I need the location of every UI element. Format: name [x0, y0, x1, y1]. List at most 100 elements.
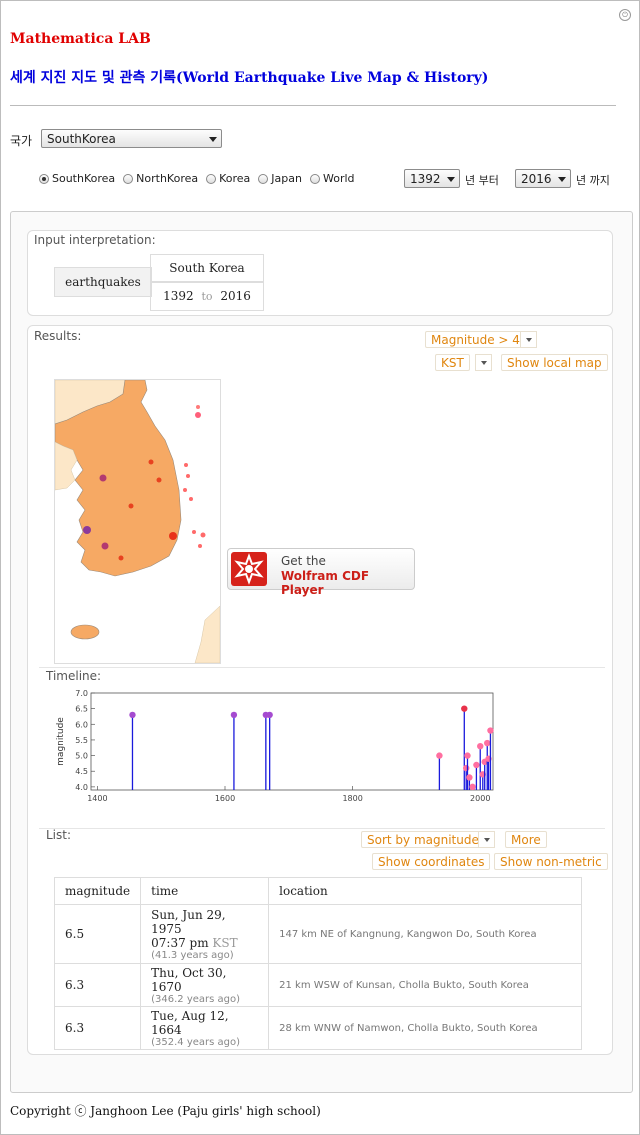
show-non-metric-button[interactable]: Show non-metric [494, 853, 608, 870]
data-point [484, 739, 491, 747]
location-cell: 28 km WNW of Namwon, Cholla Bukto, South… [268, 1006, 583, 1050]
data-point [436, 752, 443, 759]
timeline-divider [39, 667, 605, 668]
year-from-label: 년 부터 [465, 174, 499, 187]
x-tick-label: 2000 [470, 794, 490, 803]
radio-button-icon[interactable] [206, 173, 217, 184]
country-select[interactable]: SouthKorea [41, 129, 222, 148]
y-tick-label: 6.5 [75, 705, 88, 714]
data-point [466, 774, 473, 781]
results-label: Results: [34, 329, 82, 343]
year-from-value: 1392 [410, 172, 441, 186]
year-from-select[interactable]: 1392 [404, 169, 460, 188]
country-select-value: SouthKorea [47, 132, 116, 146]
timezone-text: KST [212, 935, 238, 950]
location-cell: 21 km WSW of Kunsan, Cholla Bukto, South… [268, 963, 583, 1007]
magnitude-filter-button[interactable]: Magnitude > 4 [425, 331, 526, 348]
sort-by-magnitude-button[interactable]: Sort by magnitude [361, 831, 485, 848]
list-divider [39, 828, 605, 829]
radio-button-icon[interactable] [39, 173, 49, 184]
query-cell: earthquakes [54, 267, 152, 297]
radio-southkorea[interactable]: SouthKorea [39, 172, 115, 185]
power-icon[interactable]: ⏻ [619, 9, 631, 21]
input-interpretation-label: Input interpretation: [34, 233, 156, 247]
show-local-map-button[interactable]: Show local map [501, 354, 608, 371]
radio-button-icon[interactable] [258, 173, 269, 184]
x-tick-label: 1600 [215, 794, 235, 803]
clock-text: 07:37 pm [151, 935, 209, 950]
time-cell: Tue, Aug 12, 1664 (352.4 years ago) [140, 1006, 270, 1050]
cdf-get-text: Get the [281, 554, 326, 568]
chevron-down-icon [447, 177, 455, 182]
show-coordinates-button[interactable]: Show coordinates [372, 853, 491, 870]
timezone-button[interactable]: KST [435, 354, 470, 371]
radio-korea[interactable]: Korea [206, 172, 250, 185]
more-button[interactable]: More [505, 831, 547, 848]
column-header-magnitude: magnitude [53, 877, 142, 905]
radio-northkorea[interactable]: NorthKorea [123, 172, 198, 185]
y-tick-label: 7.0 [75, 689, 88, 698]
region-cell: South Korea [150, 254, 264, 283]
x-tick-label: 1800 [342, 794, 362, 803]
earthquake-map [54, 379, 221, 664]
years-ago-text: (352.4 years ago) [151, 1036, 241, 1048]
korea-map-svg [54, 379, 221, 664]
year-to-select[interactable]: 2016 [515, 169, 571, 188]
data-point [461, 705, 468, 712]
table-row: 6.5 Sun, Jun 29, 1975 07:37 pm KST (41.3… [53, 904, 583, 964]
radio-button-icon[interactable] [123, 173, 134, 184]
magnitude-cell: 6.3 [53, 963, 142, 1007]
x-tick-label: 1400 [87, 794, 107, 803]
timezone-dropdown-chevron-down-icon[interactable] [475, 354, 492, 371]
clock-line: 07:37 pm KST [151, 936, 258, 950]
divider [10, 105, 616, 106]
table-header-row: magnitude time location [53, 877, 583, 905]
year-to-label: 년 까지 [576, 174, 610, 187]
radio-button-icon[interactable] [309, 173, 320, 184]
y-axis-label: magnitude [56, 717, 66, 766]
chevron-down-icon [558, 177, 566, 182]
column-header-time: time [140, 877, 270, 905]
y-tick-label: 5.5 [75, 736, 88, 745]
timeline-chart: 4.0 4.5 5.0 5.5 6.0 6.5 7.0 1400 1600 1800 2000 mag… [56, 689, 494, 803]
table-row: 6.3 Tue, Aug 12, 1664 (352.4 years ago) … [53, 1006, 583, 1050]
app-title: Mathematica LAB [10, 31, 151, 47]
date-range-cell: 1392 to 2016 [150, 281, 264, 311]
from-year: 1392 [163, 289, 194, 303]
country-label: 국가 [10, 134, 33, 148]
magnitude-cell: 6.5 [53, 904, 142, 964]
date-text: Thu, Oct 30, 1670 [151, 965, 227, 994]
time-cell: Sun, Jun 29, 1975 07:37 pm KST (41.3 yea… [140, 904, 270, 964]
chevron-down-icon [209, 137, 217, 142]
page-title: 세계 지진 지도 및 관측 기록(World Earthquake Live M… [10, 70, 489, 86]
to-word: to [201, 290, 213, 303]
plot-frame [90, 692, 494, 791]
get-cdf-player-button[interactable]: Get the Wolfram CDF Player [227, 548, 415, 597]
table-row: 6.3 Thu, Oct 30, 1670 (346.2 years ago) … [53, 963, 583, 1007]
y-tick-label: 5.0 [75, 752, 88, 761]
timeline-label: Timeline: [46, 669, 102, 683]
date-text: Tue, Aug 12, 1664 [151, 1008, 229, 1037]
magnitude-dropdown-chevron-down-icon[interactable] [520, 331, 537, 348]
radio-world[interactable]: World [309, 172, 355, 185]
location-cell: 147 km NE of Kangnung, Kangwon Do, South… [268, 904, 583, 964]
app-page: ⏻ Mathematica LAB 세계 지진 지도 및 관측 기록(World… [0, 0, 640, 1135]
earthquake-list-table: magnitude time location 6.5 Sun, Jun 29,… [53, 877, 583, 1050]
year-to-value: 2016 [521, 172, 552, 186]
radio-japan[interactable]: Japan [258, 172, 302, 185]
data-point [266, 711, 273, 719]
years-ago-text: (41.3 years ago) [151, 949, 234, 961]
column-header-location: location [268, 877, 583, 905]
data-point [464, 752, 471, 759]
date-text: Sun, Jun 29, 1975 [151, 907, 226, 936]
data-point [230, 711, 238, 719]
sort-dropdown-chevron-down-icon[interactable] [478, 831, 495, 848]
copyright-footer: Copyright ⓒ Janghoon Lee (Paju girls' hi… [10, 1104, 321, 1118]
wolfram-spikey-icon [231, 552, 267, 586]
data-point [469, 783, 476, 791]
to-year: 2016 [220, 289, 251, 303]
data-point [473, 761, 480, 769]
data-point [463, 764, 470, 772]
list-label: List: [46, 828, 72, 842]
years-ago-text: (346.2 years ago) [151, 993, 241, 1005]
